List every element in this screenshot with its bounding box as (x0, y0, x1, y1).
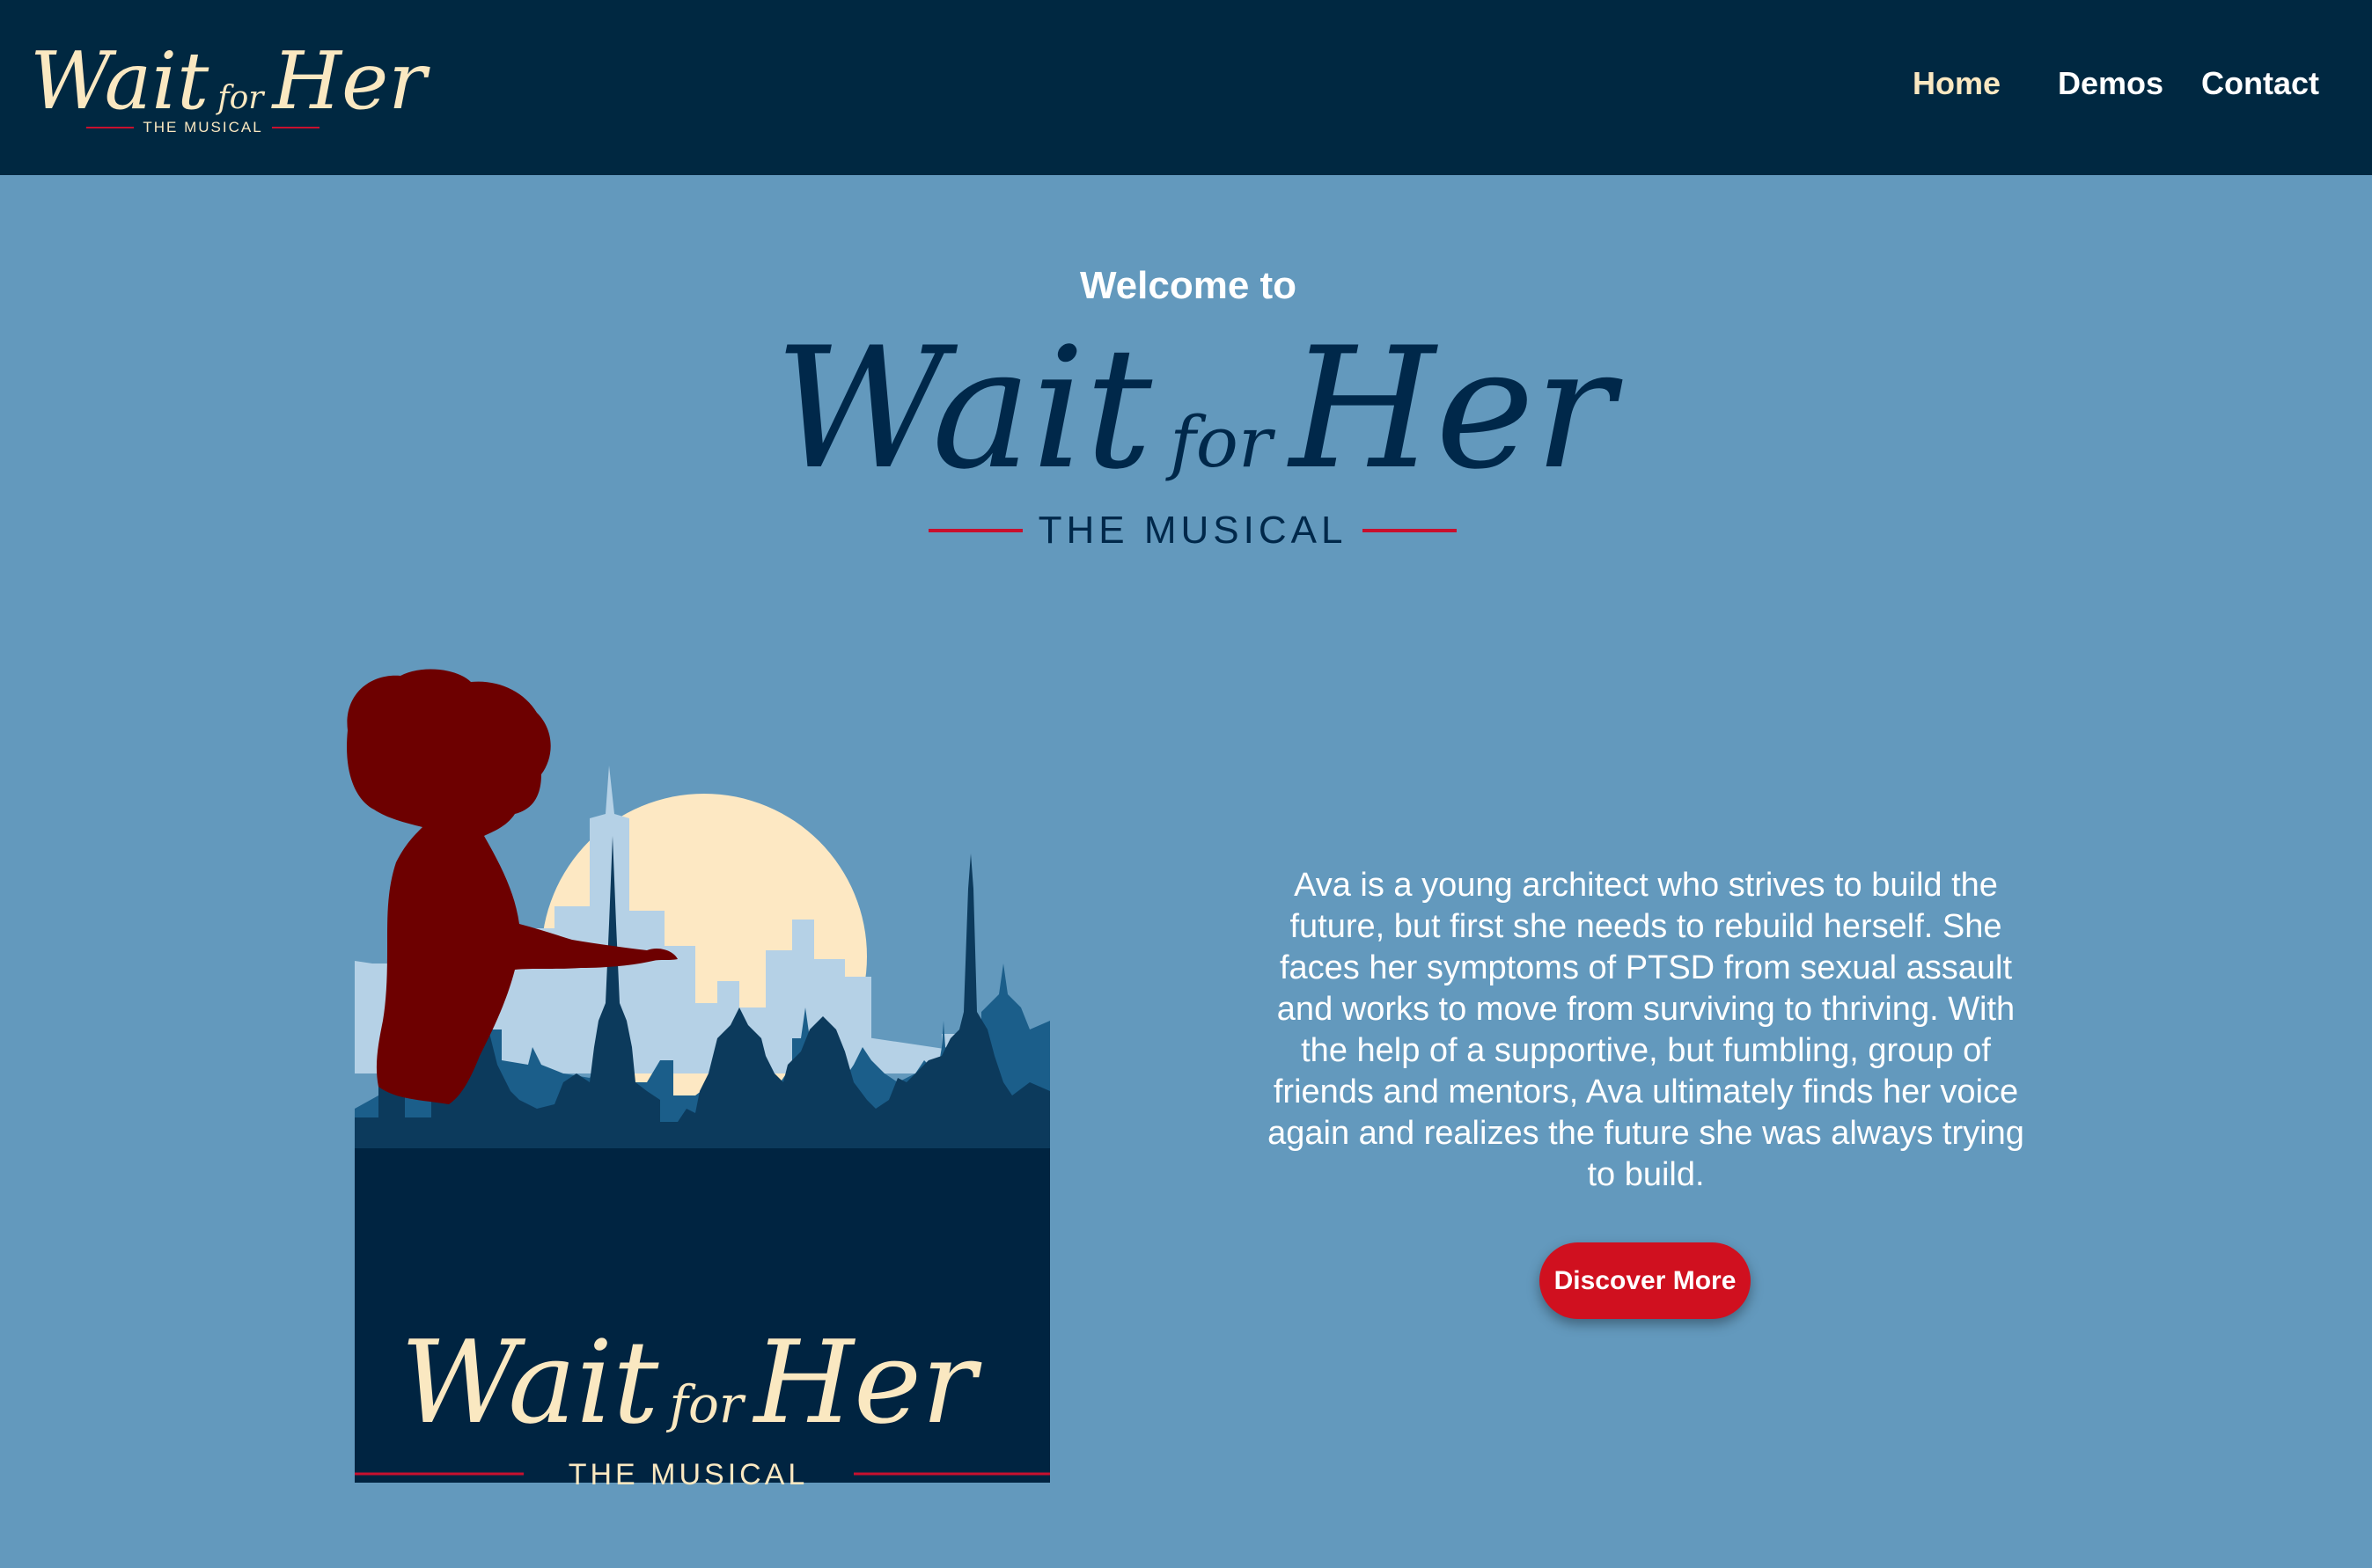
hero-divider-left (929, 529, 1023, 532)
hero-subtitle: THE MUSICAL (1038, 509, 1348, 552)
poster-title-mid: for (666, 1374, 746, 1434)
logo-subtitle: THE MUSICAL (143, 119, 263, 136)
hero-subtitle-row: THE MUSICAL (929, 509, 1458, 553)
hero-title-mid: for (1170, 401, 1273, 483)
site-header: Wait for Her THE MUSICAL Home Demos Contac… (0, 0, 2372, 175)
main-nav: Home Demos Contact (1910, 65, 2328, 109)
poster-title-end: Her (753, 1315, 982, 1449)
logo-subtitle-row: THE MUSICAL (86, 119, 320, 136)
hero-title-end: Her (1289, 311, 1615, 506)
show-description: Ava is a young architect who strives to … (1267, 867, 2024, 1193)
poster-image: Wait forHer THE MUSICAL (326, 660, 1052, 1491)
hero-divider-right (1362, 529, 1458, 532)
nav-home[interactable]: Home (1913, 65, 2001, 102)
poster-subtitle: THE MUSICAL (569, 1458, 809, 1491)
nav-contact[interactable]: Contact (2201, 65, 2319, 102)
welcome-heading: Welcome to (1079, 264, 1297, 307)
logo-title-mid: for (217, 80, 264, 116)
logo-wordmark: Wait for Her (30, 35, 426, 128)
logo-title-start: Wait (30, 35, 209, 128)
hero-title: Wait for Her (775, 304, 1614, 515)
hero-title-start: Wait (775, 311, 1153, 506)
poster-artwork: Wait forHer THE MUSICAL (347, 669, 1050, 1491)
logo-title-end: Her (272, 35, 427, 128)
logo-divider-left (86, 127, 135, 128)
site-logo[interactable]: Wait for Her THE MUSICAL (30, 35, 426, 141)
logo-divider-right (271, 127, 320, 128)
nav-demos[interactable]: Demos (2058, 65, 2163, 102)
poster-title-start: Wait (400, 1315, 659, 1449)
discover-more-button[interactable]: Discover More (1539, 1242, 1751, 1319)
